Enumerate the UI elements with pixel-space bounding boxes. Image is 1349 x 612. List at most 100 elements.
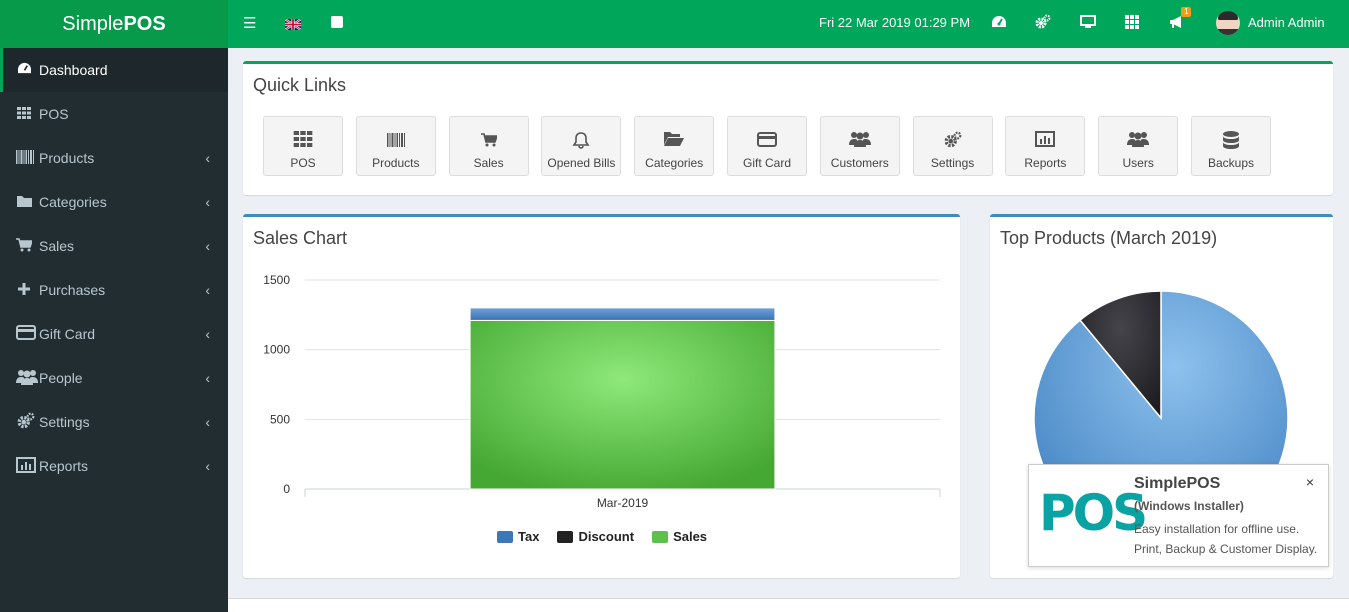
sidebar-item-settings[interactable]: Settings ‹ xyxy=(0,400,228,444)
logo-light-text: Simple xyxy=(62,12,124,35)
legend-label: Tax xyxy=(518,529,540,544)
sidebar-item-label: Settings xyxy=(39,414,90,430)
footer xyxy=(228,598,1349,612)
notification-badge: 1 xyxy=(1181,7,1192,17)
sidebar: Dashboard POS Products ‹ Categories ‹ Sales ‹ Pu… xyxy=(0,48,228,612)
th-icon xyxy=(264,131,342,151)
sidebar-item-reports[interactable]: Reports ‹ xyxy=(0,444,228,488)
legend-item-discount[interactable]: Discount xyxy=(557,529,634,544)
settings-gears-icon[interactable] xyxy=(1035,14,1051,36)
y-tick-label: 1500 xyxy=(263,273,290,287)
legend-swatch xyxy=(652,530,669,543)
barcode-icon xyxy=(16,149,34,167)
sidebar-item-label: Reports xyxy=(39,458,89,474)
installer-promo-popup[interactable]: POS SimplePOS (Windows Installer) Easy i… xyxy=(1028,464,1329,567)
top-navbar: ☰ Fri 22 Mar 2019 01:29 PM 1 Admin Admin xyxy=(228,0,1349,48)
user-name[interactable]: Admin Admin xyxy=(1248,15,1325,30)
users-icon xyxy=(1099,131,1177,151)
grid-icon[interactable] xyxy=(1125,15,1139,35)
quick-link-label: Products xyxy=(372,156,420,170)
dashboard-icon xyxy=(16,62,32,78)
quick-link-settings[interactable]: Settings xyxy=(912,116,993,176)
popup-line-2: Print, Backup & Customer Display. xyxy=(1134,542,1318,556)
bell-icon xyxy=(542,131,620,151)
barcode-icon xyxy=(357,131,435,151)
grid-icon xyxy=(16,106,32,122)
database-icon xyxy=(1192,131,1270,151)
app-logo[interactable]: Simple POS xyxy=(0,0,228,48)
quick-link-opened-bills[interactable]: Opened Bills xyxy=(541,116,622,176)
quick-link-label: Reports xyxy=(1024,156,1067,170)
legend-item-sales[interactable]: Sales xyxy=(652,529,707,544)
quick-link-gift-card[interactable]: Gift Card xyxy=(727,116,807,176)
bar-tax xyxy=(469,307,776,321)
credit-card-icon xyxy=(728,131,806,151)
legend-label: Discount xyxy=(578,529,635,544)
quick-link-sales[interactable]: Sales xyxy=(448,116,529,176)
sidebar-item-label: People xyxy=(39,370,83,386)
user-avatar[interactable] xyxy=(1216,11,1240,35)
quick-link-users[interactable]: Users xyxy=(1098,116,1179,176)
sidebar-item-label: Sales xyxy=(39,238,75,254)
chevron-left-icon: ‹ xyxy=(205,458,210,474)
stop-icon[interactable] xyxy=(330,15,344,35)
sales-chart-box: Sales Chart 1500 1000 500 0 Mar-2019 Tax Disc… xyxy=(243,214,960,578)
credit-card-icon xyxy=(16,325,36,343)
sidebar-item-label: Products xyxy=(39,150,95,166)
sidebar-item-label: Dashboard xyxy=(39,62,108,78)
sidebar-item-people[interactable]: People ‹ xyxy=(0,356,228,400)
quick-link-label: Categories xyxy=(645,156,704,170)
cart-icon xyxy=(16,237,34,255)
uk-flag-icon[interactable] xyxy=(284,16,302,36)
quick-link-label: Sales xyxy=(473,156,504,170)
sidebar-item-products[interactable]: Products ‹ xyxy=(0,136,228,180)
cart-icon xyxy=(450,131,528,151)
y-tick-label: 0 xyxy=(283,482,290,496)
chevron-left-icon: ‹ xyxy=(205,282,210,298)
quick-link-reports[interactable]: Reports xyxy=(1005,116,1086,176)
legend-item-tax[interactable]: Tax xyxy=(497,529,539,544)
sidebar-item-purchases[interactable]: Purchases ‹ xyxy=(0,268,228,312)
popup-close-button[interactable]: × xyxy=(1306,474,1314,490)
sidebar-item-gift-card[interactable]: Gift Card ‹ xyxy=(0,312,228,356)
chevron-left-icon: ‹ xyxy=(205,150,210,166)
sidebar-item-label: POS xyxy=(39,106,69,122)
desktop-icon[interactable] xyxy=(1080,15,1096,35)
x-tick-label: Mar-2019 xyxy=(597,496,649,510)
quick-link-label: Gift Card xyxy=(742,156,791,170)
sidebar-item-pos[interactable]: POS xyxy=(0,92,228,136)
quick-links-title: Quick Links xyxy=(253,75,347,95)
sidebar-item-label: Categories xyxy=(39,194,107,210)
logo-bold-text: POS xyxy=(123,12,166,35)
quick-link-pos[interactable]: POS xyxy=(263,116,343,176)
sidebar-item-dashboard[interactable]: Dashboard xyxy=(0,48,228,92)
menu-toggle-icon[interactable]: ☰ xyxy=(243,14,256,34)
legend-swatch xyxy=(557,530,574,543)
chevron-left-icon: ‹ xyxy=(205,194,210,210)
bar-chart-icon xyxy=(16,456,36,476)
folder-icon xyxy=(16,195,32,210)
quick-link-label: Users xyxy=(1122,156,1154,170)
bar-sales xyxy=(469,319,776,490)
quick-link-label: POS xyxy=(290,156,316,170)
bar-chart-icon xyxy=(1006,131,1084,151)
dashboard-icon[interactable] xyxy=(991,15,1007,35)
legend-swatch xyxy=(497,530,513,543)
sidebar-item-label: Purchases xyxy=(39,282,106,298)
y-tick-label: 500 xyxy=(270,412,290,426)
gears-icon xyxy=(16,412,35,433)
quick-link-customers[interactable]: Customers xyxy=(819,116,900,176)
bullhorn-icon[interactable] xyxy=(1169,15,1185,35)
plus-icon xyxy=(16,282,32,298)
chart-legend: Tax Discount Sales xyxy=(497,529,707,544)
sidebar-item-sales[interactable]: Sales ‹ xyxy=(0,224,228,268)
quick-link-label: Settings xyxy=(930,156,975,170)
gears-icon xyxy=(914,131,992,151)
chevron-left-icon: ‹ xyxy=(205,238,210,254)
quick-link-products[interactable]: Products xyxy=(355,116,436,176)
current-datetime: Fri 22 Mar 2019 01:29 PM xyxy=(819,15,971,30)
quick-link-backups[interactable]: Backups xyxy=(1191,116,1271,176)
quick-link-categories[interactable]: Categories xyxy=(634,116,715,176)
chevron-left-icon: ‹ xyxy=(205,414,210,430)
sidebar-item-categories[interactable]: Categories ‹ xyxy=(0,180,228,224)
